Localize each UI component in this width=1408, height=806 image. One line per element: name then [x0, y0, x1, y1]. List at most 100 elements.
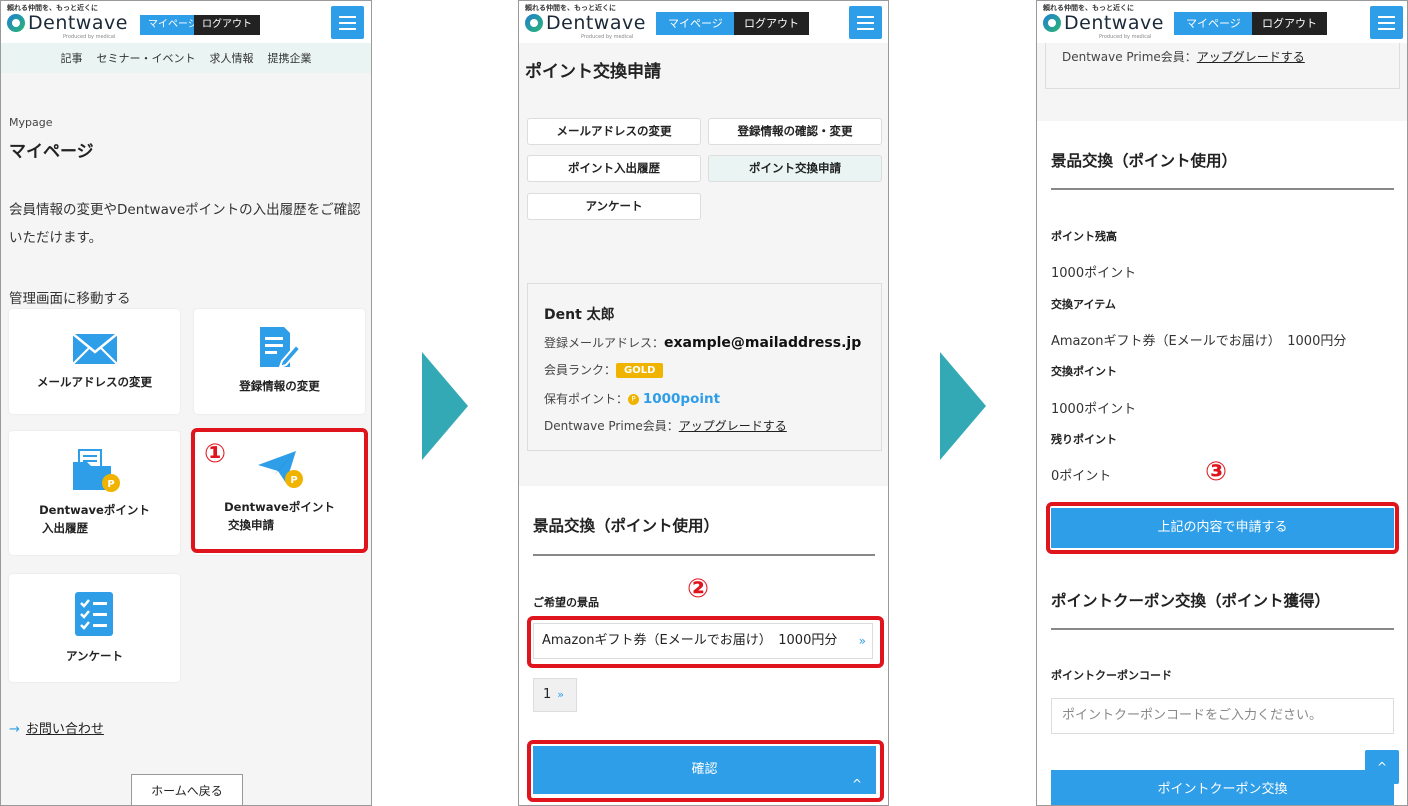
contact-link-text: お問い合わせ — [25, 722, 104, 737]
logo-mark-icon — [1043, 14, 1061, 32]
member-name: Dent 太郎 — [544, 307, 615, 323]
step-number-1: ① — [204, 439, 227, 469]
hamburger-menu-button[interactable] — [849, 6, 882, 39]
card-label: 登録情報の変更 — [239, 379, 320, 393]
step-number-3: ③ — [1205, 457, 1228, 487]
prime-label: Dentwave Prime会員： — [1062, 50, 1197, 64]
logo[interactable]: Dentwave — [1043, 12, 1164, 34]
prime-row: Dentwave Prime会員：アップグレードする — [544, 417, 787, 434]
nav-partners[interactable]: 提携企業 — [268, 50, 312, 66]
tab-survey[interactable]: アンケート — [527, 193, 701, 220]
tab-registration[interactable]: 登録情報の確認・変更 — [708, 118, 882, 145]
step-number-2: ② — [687, 574, 710, 604]
logout-button[interactable]: ログアウト — [734, 12, 809, 35]
points-row: 保有ポイント： P 1000point — [544, 390, 720, 407]
menu-line — [339, 28, 356, 30]
quantity-select[interactable]: 1» — [533, 678, 577, 712]
back-home-button[interactable]: ホームへ戻る — [131, 774, 243, 805]
menu-line — [1378, 22, 1395, 24]
logo[interactable]: Dentwave — [7, 12, 128, 34]
tab-point-exchange[interactable]: ポイント交換申請 — [708, 155, 882, 182]
menu-line — [339, 22, 356, 24]
section-divider — [1051, 188, 1394, 190]
logo[interactable]: Dentwave — [525, 12, 646, 34]
prize-label: ご希望の景品 — [533, 596, 599, 609]
point-exchange-screen: 頼れる仲間を、もっと近くに Dentwave Produced by medic… — [518, 0, 889, 806]
svg-text:P: P — [107, 479, 114, 490]
item-value: Amazonギフト券（Eメールでお届け） 1000円分 — [1051, 334, 1347, 349]
exchange-confirm-screen: Dentwave Prime会員：アップグレードする 頼れる仲間を、もっと近くに… — [1036, 0, 1408, 806]
card-label: アンケート — [65, 649, 124, 663]
hamburger-menu-button[interactable] — [1370, 6, 1403, 39]
card-point-history[interactable]: P Dentwaveポイント 入出履歴 — [9, 431, 180, 555]
edit-document-icon — [260, 327, 302, 369]
logo-sub: Produced by medical — [63, 34, 116, 40]
card-survey[interactable]: アンケート — [9, 574, 180, 682]
coupon-exchange-button[interactable]: ポイントクーポン交換 — [1051, 770, 1394, 805]
global-nav: 記事 セミナー・イベント 求人情報 提携企業 — [1, 43, 371, 73]
email-row: 登録メールアドレス：example@mailaddress.jp — [544, 334, 861, 351]
site-header: 頼れる仲間を、もっと近くに Dentwave Produced by medic… — [1037, 1, 1407, 43]
points-label: 保有ポイント： — [544, 392, 629, 406]
menu-line — [1378, 28, 1395, 30]
upgrade-link[interactable]: アップグレードする — [1197, 50, 1305, 64]
rank-label: 会員ランク： — [544, 363, 617, 377]
site-header: 頼れる仲間を、もっと近くに Dentwave Produced by medic… — [1, 1, 371, 43]
mail-icon — [72, 333, 118, 365]
mypage-button[interactable]: マイページ — [1174, 12, 1253, 35]
highlight-step3 — [1046, 502, 1399, 554]
logo-sub: Produced by medical — [1099, 34, 1152, 40]
prime-row: Dentwave Prime会員：アップグレードする — [1062, 48, 1305, 65]
upgrade-link[interactable]: アップグレードする — [679, 419, 787, 433]
section-title: 景品交換（ポイント使用） — [533, 517, 720, 535]
card-label: メールアドレスの変更 — [37, 375, 152, 389]
logo-text: Dentwave — [546, 12, 646, 34]
menu-line — [1378, 16, 1395, 18]
tab-mail-change[interactable]: メールアドレスの変更 — [527, 118, 701, 145]
rank-badge: GOLD — [616, 363, 664, 378]
logo-text: Dentwave — [1064, 12, 1164, 34]
scroll-top-button[interactable]: ^ — [1365, 750, 1399, 784]
menu-line — [857, 28, 874, 30]
logout-button[interactable]: ログアウト — [194, 15, 260, 35]
page-title: マイページ — [9, 142, 94, 162]
nav-articles[interactable]: 記事 — [61, 50, 83, 66]
quantity-value: 1 — [543, 687, 552, 702]
exchange-points-label: 交換ポイント — [1051, 365, 1117, 378]
section-divider — [533, 554, 875, 556]
logo-text: Dentwave — [28, 12, 128, 34]
logout-button[interactable]: ログアウト — [1252, 12, 1327, 35]
remaining-points-value: 0ポイント — [1051, 469, 1112, 484]
card-registration-change[interactable]: 登録情報の変更 — [194, 309, 365, 414]
contact-link[interactable]: → お問い合わせ — [9, 718, 104, 737]
card-mail-change[interactable]: メールアドレスの変更 — [9, 309, 180, 414]
coupon-section-title: ポイントクーポン交換（ポイント獲得） — [1051, 592, 1331, 610]
balance-value: 1000ポイント — [1051, 266, 1137, 281]
mypage-screen: 頼れる仲間を、もっと近くに Dentwave Produced by medic… — [0, 0, 372, 806]
next-step-arrow-icon — [940, 352, 986, 460]
menu-line — [339, 16, 356, 18]
next-step-arrow-icon — [422, 352, 468, 460]
arrow-right-icon: → — [9, 722, 20, 737]
logo-sub: Produced by medical — [581, 34, 634, 40]
remaining-points-label: 残りポイント — [1051, 433, 1117, 446]
logo-mark-icon — [525, 14, 543, 32]
nav-jobs[interactable]: 求人情報 — [210, 50, 254, 66]
menu-line — [857, 16, 874, 18]
site-header: 頼れる仲間を、もっと近くに Dentwave Produced by medic… — [519, 1, 888, 43]
page-title: ポイント交換申請 — [525, 62, 661, 82]
nav-seminars[interactable]: セミナー・イベント — [97, 50, 196, 66]
menu-line — [857, 22, 874, 24]
tutorial-canvas: 頼れる仲間を、もっと近くに Dentwave Produced by medic… — [0, 0, 1408, 806]
section-title: 景品交換（ポイント使用） — [1051, 152, 1238, 170]
coupon-code-input[interactable]: ポイントクーポンコードをご入力ください。 — [1051, 698, 1394, 734]
logo-mark-icon — [7, 14, 25, 32]
hamburger-menu-button[interactable] — [331, 6, 364, 39]
tab-point-history[interactable]: ポイント入出履歴 — [527, 155, 701, 182]
card-label-line2: 入出履歴 — [42, 521, 88, 535]
member-info-box: Dent 太郎 登録メールアドレス：example@mailaddress.jp… — [527, 283, 882, 451]
chevron-down-icon: » — [557, 688, 565, 701]
rank-row: 会員ランク： GOLD — [544, 361, 664, 378]
email-label: 登録メールアドレス： — [544, 336, 665, 350]
mypage-button[interactable]: マイページ — [656, 12, 735, 35]
